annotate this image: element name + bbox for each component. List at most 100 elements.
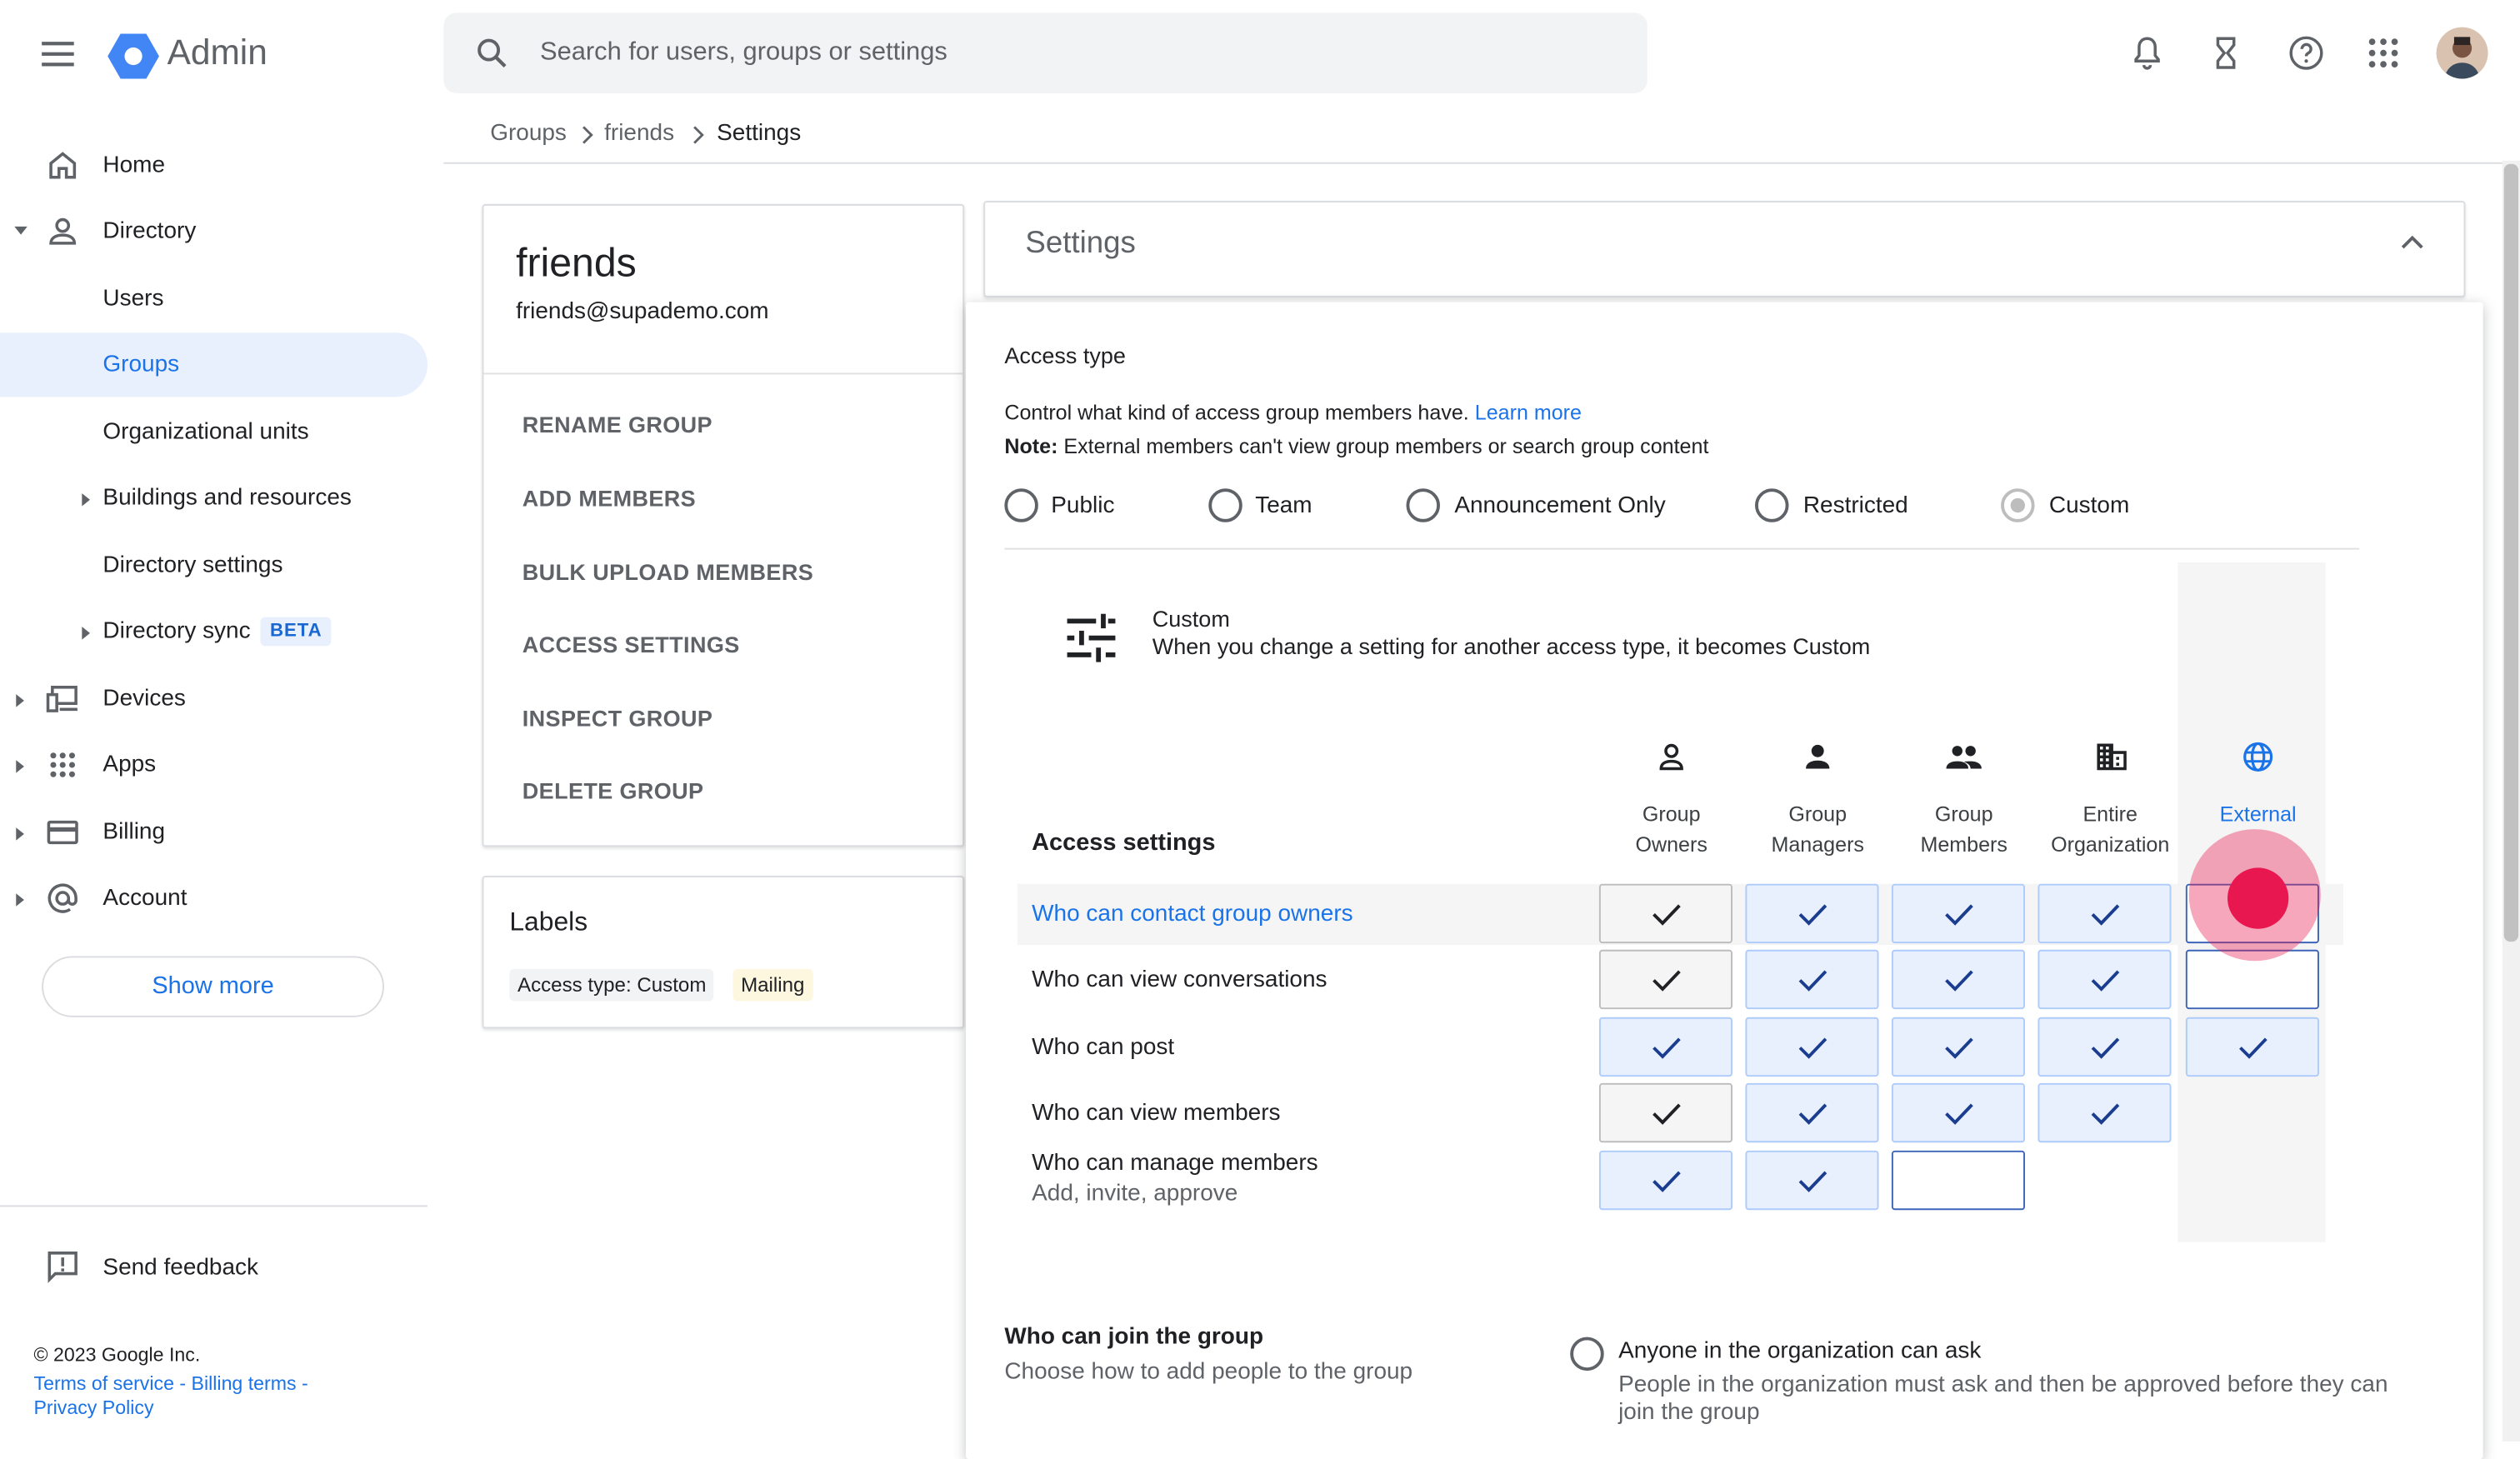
join-title: Who can join the group (1004, 1324, 1264, 1350)
radio-announcement-only[interactable] (1406, 488, 1440, 522)
permission-checkbox[interactable] (2038, 883, 2172, 944)
learn-more-link[interactable]: Learn more (1475, 400, 1582, 424)
hourglass-icon[interactable] (2207, 33, 2245, 72)
access-settings-button[interactable]: ACCESS SETTINGS (522, 632, 740, 657)
billing-terms-link[interactable]: Billing terms (192, 1372, 297, 1395)
note-label: Note: (1004, 433, 1058, 458)
checkmark-icon (1942, 967, 1975, 992)
permission-checkbox[interactable] (1891, 883, 2025, 944)
sidebar-item-directory[interactable]: Directory (0, 199, 428, 263)
checkmark-icon (2088, 901, 2121, 927)
show-more-button[interactable]: Show more (42, 956, 384, 1017)
chevron-up-icon[interactable] (2398, 232, 2427, 254)
privacy-policy-link[interactable]: Privacy Policy (33, 1397, 153, 1419)
permission-checkbox[interactable] (1745, 883, 1879, 944)
column-header-line: Managers (1771, 832, 1864, 857)
chevron-right-icon[interactable] (16, 827, 24, 841)
app-title[interactable]: Admin (168, 32, 268, 74)
chevron-right-icon[interactable] (16, 893, 24, 907)
section-divider (1004, 547, 2360, 550)
permission-checkbox[interactable] (1745, 1017, 1879, 1077)
permission-checkbox[interactable] (2185, 1017, 2319, 1077)
search-bar[interactable]: Search for users, groups or settings (443, 12, 1648, 93)
inspect-group-button[interactable]: INSPECT GROUP (522, 706, 713, 732)
permission-checkbox[interactable] (1598, 1017, 1732, 1077)
permission-checkbox (1598, 1082, 1732, 1143)
checkmark-icon (2088, 967, 2121, 992)
sidebar-item-buildings-and-resources[interactable]: Buildings and resources (0, 466, 428, 530)
breadcrumb-friends[interactable]: friends (604, 121, 674, 147)
scrollbar-thumb[interactable] (2503, 163, 2519, 942)
sidebar-item-groups[interactable]: Groups (0, 332, 428, 397)
permission-checkbox[interactable] (1598, 1150, 1732, 1211)
access-type-title: Access type (1004, 342, 1126, 368)
permission-checkbox[interactable] (2038, 949, 2172, 1010)
radio-restricted[interactable] (1754, 488, 1789, 522)
radio-label-team[interactable]: Team (1255, 493, 1312, 519)
sidebar-item-home[interactable]: Home (0, 133, 428, 197)
breadcrumb-settings: Settings (717, 120, 802, 147)
access-settings-title: Access settings (1032, 829, 1216, 857)
permission-checkbox[interactable] (2038, 1017, 2172, 1077)
help-icon[interactable] (2287, 33, 2325, 72)
main-menu-icon[interactable] (35, 33, 83, 75)
chevron-right-icon (578, 123, 594, 146)
sidebar-item-devices[interactable]: Devices (0, 667, 428, 731)
feedback-icon[interactable] (45, 1248, 80, 1283)
radio-label-restricted[interactable]: Restricted (1803, 493, 1908, 519)
chevron-right-icon[interactable] (16, 760, 24, 773)
admin-logo-icon[interactable] (108, 32, 159, 81)
search-input[interactable]: Search for users, groups or settings (540, 38, 948, 67)
group-icon (1945, 739, 1983, 774)
avatar[interactable] (2436, 27, 2488, 79)
radio-label-public[interactable]: Public (1051, 493, 1114, 519)
custom-title: Custom (1152, 606, 1230, 632)
permission-checkbox[interactable] (2038, 1082, 2172, 1143)
copyright-text: © 2023 Google Inc. (33, 1343, 201, 1367)
delete-group-button[interactable]: DELETE GROUP (522, 777, 704, 803)
send-feedback-link[interactable]: Send feedback (102, 1255, 258, 1281)
join-option-label[interactable]: Anyone in the organization can ask (1618, 1338, 1981, 1364)
sidebar-item-account[interactable]: Account (0, 866, 428, 930)
permission-checkbox[interactable] (1891, 1150, 2025, 1211)
chevron-right-icon[interactable] (82, 627, 90, 640)
permission-checkbox[interactable] (1745, 949, 1879, 1010)
terms-link[interactable]: Terms of service (33, 1372, 173, 1395)
sidebar-item-billing[interactable]: Billing (0, 800, 428, 864)
notifications-icon[interactable] (2128, 33, 2166, 72)
devices-icon (45, 682, 80, 717)
checkmark-icon (1796, 1167, 1828, 1193)
row-label-manage-members: Who can manage members (1032, 1150, 1318, 1177)
footer-separator: - (173, 1372, 192, 1395)
add-members-button[interactable]: ADD MEMBERS (522, 485, 696, 511)
permission-checkbox[interactable] (1745, 1150, 1879, 1211)
permission-checkbox[interactable] (1891, 1082, 2025, 1143)
chevron-right-icon (689, 123, 705, 146)
permission-checkbox[interactable] (1891, 1017, 2025, 1077)
permission-checkbox[interactable] (1891, 949, 2025, 1010)
rename-group-button[interactable]: RENAME GROUP (522, 412, 712, 437)
radio-label-custom[interactable]: Custom (2049, 493, 2129, 519)
row-sublabel-manage-members: Add, invite, approve (1032, 1181, 1238, 1207)
chevron-right-icon[interactable] (16, 694, 24, 707)
sidebar-item-apps[interactable]: Apps (0, 732, 428, 797)
column-header-line: Entire (2082, 802, 2138, 827)
sidebar-item-directory-settings[interactable]: Directory settings (0, 533, 428, 597)
sidebar-item-users[interactable]: Users (0, 267, 428, 331)
chevron-right-icon[interactable] (82, 493, 90, 507)
chevron-down-icon[interactable] (14, 226, 28, 235)
radio-anyone-can-ask[interactable] (1570, 1337, 1604, 1372)
checkmark-icon (1796, 1034, 1828, 1060)
column-header-external: External (2186, 798, 2331, 829)
apps-grid-icon[interactable] (2364, 33, 2402, 72)
person-outline-icon (1653, 739, 1688, 774)
sidebar-item-directory-sync[interactable]: Directory sync BETA (0, 599, 428, 663)
radio-label-announcement-only[interactable]: Announcement Only (1454, 493, 1665, 519)
bulk-upload-members-button[interactable]: BULK UPLOAD MEMBERS (522, 559, 813, 585)
sidebar-item-organizational-units[interactable]: Organizational units (0, 400, 428, 464)
permission-checkbox[interactable] (1745, 1082, 1879, 1143)
radio-team[interactable] (1208, 488, 1242, 522)
radio-custom[interactable] (2001, 488, 2035, 522)
radio-public[interactable] (1004, 488, 1038, 522)
breadcrumb-groups[interactable]: Groups (490, 121, 567, 147)
